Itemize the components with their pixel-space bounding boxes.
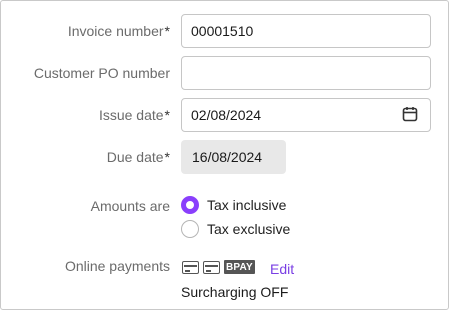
edit-payments-link[interactable]: Edit — [270, 261, 294, 277]
bpay-icon: BPAY — [224, 260, 255, 274]
amounts-label: Amounts are — [90, 198, 170, 214]
debit-card-icon — [203, 260, 220, 274]
customer-po-input[interactable] — [181, 56, 431, 90]
tax-exclusive-option[interactable]: Tax exclusive — [181, 220, 290, 238]
credit-card-icon — [182, 260, 199, 274]
customer-po-label: Customer PO number — [33, 65, 170, 81]
tax-inclusive-option[interactable]: Tax inclusive — [181, 196, 286, 214]
invoice-number-input[interactable]: 00001510 — [181, 14, 431, 48]
tax-inclusive-label: Tax inclusive — [207, 197, 287, 213]
issue-date-label: Issue date* — [98, 107, 170, 123]
surcharging-status: Surcharging OFF — [181, 284, 289, 300]
invoice-details-panel: Invoice number* 00001510 Customer PO num… — [0, 0, 449, 310]
issue-date-value: 02/08/2024 — [191, 107, 262, 123]
invoice-number-label: Invoice number* — [67, 23, 170, 39]
due-date-value: 16/08/2024 — [181, 140, 286, 174]
calendar-icon[interactable] — [402, 106, 418, 125]
online-payments-label: Online payments — [64, 258, 170, 274]
tax-inclusive-radio[interactable] — [181, 196, 199, 214]
due-date-label: Due date* — [106, 149, 170, 165]
tax-exclusive-radio[interactable] — [181, 220, 199, 238]
issue-date-input[interactable]: 02/08/2024 — [181, 98, 431, 132]
payment-methods: BPAY — [182, 260, 255, 274]
tax-exclusive-label: Tax exclusive — [207, 221, 291, 237]
